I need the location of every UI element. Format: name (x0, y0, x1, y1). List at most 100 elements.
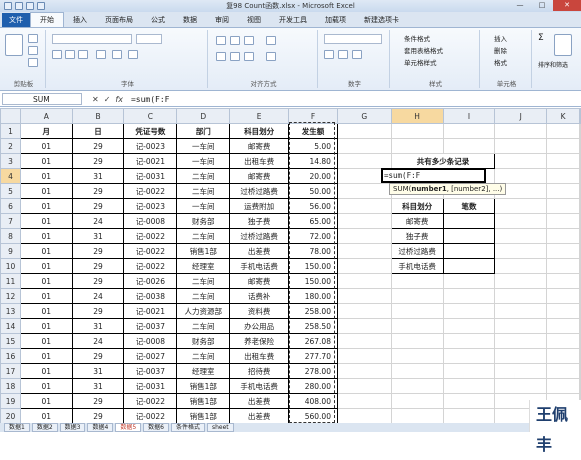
table-cell[interactable]: 01 (19, 303, 73, 319)
table-cell[interactable]: 01 (19, 138, 73, 154)
empty-cell[interactable] (494, 348, 548, 364)
table-cell[interactable]: 20.00 (288, 168, 338, 184)
empty-cell[interactable] (494, 363, 548, 379)
sheet-table[interactable]: A B C D E F G H I J K 1 月日凭证号数 部门 科目划分 发生额 2 01 29 记-0023 一车… (0, 108, 581, 423)
table-cell[interactable]: 01 (19, 378, 73, 394)
empty-cell[interactable] (336, 273, 392, 289)
table-cell[interactable]: 记-0023 (123, 138, 178, 154)
table-header-cell[interactable]: 科目划分 (229, 123, 290, 139)
empty-cell[interactable] (336, 123, 392, 139)
table-cell[interactable]: 话费补 (229, 288, 290, 304)
empty-cell[interactable] (390, 408, 444, 423)
table-cell[interactable]: 01 (19, 153, 73, 169)
empty-cell[interactable] (336, 288, 392, 304)
side-header[interactable]: 科目划分 (390, 198, 444, 214)
table-cell[interactable]: 记-0021 (123, 303, 178, 319)
merge-center-icon[interactable] (266, 52, 276, 61)
empty-cell[interactable] (494, 303, 548, 319)
format-cells-button[interactable]: 格式 (494, 57, 507, 67)
table-cell[interactable]: 销售1部 (176, 408, 231, 423)
tab-addins[interactable]: 加载项 (316, 13, 355, 27)
table-header-cell[interactable]: 部门 (176, 123, 231, 139)
empty-cell[interactable] (546, 318, 580, 334)
table-cell[interactable]: 邮寄费 (229, 138, 290, 154)
side-item[interactable]: 手机电话费 (390, 258, 444, 274)
empty-cell[interactable] (390, 378, 444, 394)
empty-cell[interactable] (494, 288, 548, 304)
row-header[interactable]: 9 (0, 243, 21, 259)
empty-cell[interactable] (336, 318, 392, 334)
column-header[interactable]: C (123, 108, 178, 124)
empty-cell[interactable] (546, 258, 580, 274)
table-cell[interactable]: 31 (71, 378, 125, 394)
empty-cell[interactable] (336, 243, 392, 259)
tab-file[interactable]: 文件 (2, 13, 30, 27)
select-all-corner[interactable] (0, 108, 21, 124)
table-cell[interactable]: 人力资源部 (176, 303, 231, 319)
table-cell[interactable]: 56.00 (288, 198, 338, 214)
empty-cell[interactable] (546, 363, 580, 379)
count-cell[interactable] (442, 213, 496, 229)
table-cell[interactable]: 记-0008 (123, 333, 178, 349)
table-cell[interactable]: 记-0021 (123, 153, 178, 169)
table-cell[interactable]: 记-0027 (123, 348, 178, 364)
table-cell[interactable]: 资料费 (229, 303, 290, 319)
table-cell[interactable]: 29 (71, 273, 125, 289)
tab-developer[interactable]: 开发工具 (270, 13, 316, 27)
row-header[interactable]: 15 (0, 333, 21, 349)
empty-cell[interactable] (546, 228, 580, 244)
row-header[interactable]: 12 (0, 288, 21, 304)
row-header[interactable]: 5 (0, 183, 21, 199)
empty-cell[interactable] (546, 153, 580, 169)
number-format-select[interactable] (324, 34, 382, 44)
empty-cell[interactable] (442, 348, 496, 364)
table-cell[interactable]: 邮寄费 (229, 168, 290, 184)
table-cell[interactable]: 277.70 (288, 348, 338, 364)
row-header[interactable]: 1 (0, 123, 21, 139)
empty-cell[interactable] (494, 258, 548, 274)
table-cell[interactable]: 记-0022 (123, 183, 178, 199)
table-cell[interactable]: 财务部 (176, 333, 231, 349)
empty-cell[interactable] (546, 138, 580, 154)
table-cell[interactable]: 记-0023 (123, 198, 178, 214)
table-cell[interactable]: 29 (71, 348, 125, 364)
copy-icon[interactable] (28, 46, 38, 55)
minimize-button[interactable]: — (509, 0, 531, 11)
tab-home[interactable]: 开始 (30, 12, 64, 27)
table-cell[interactable]: 一车间 (176, 153, 231, 169)
conditional-format-button[interactable]: 条件格式 (404, 33, 430, 43)
row-header[interactable]: 19 (0, 393, 21, 409)
empty-cell[interactable] (336, 138, 392, 154)
empty-cell[interactable] (336, 213, 392, 229)
empty-cell[interactable] (494, 138, 548, 154)
empty-cell[interactable] (546, 183, 580, 199)
tab-review[interactable]: 审阅 (206, 13, 238, 27)
empty-cell[interactable] (442, 378, 496, 394)
table-header-cell[interactable]: 月 (19, 123, 73, 139)
table-cell[interactable]: 29 (71, 303, 125, 319)
table-cell[interactable]: 01 (19, 198, 73, 214)
row-header[interactable]: 10 (0, 258, 21, 274)
sheet-tab[interactable]: 数据3 (59, 423, 86, 432)
table-cell[interactable]: 记-0038 (123, 288, 178, 304)
font-color-icon[interactable] (128, 50, 138, 59)
row-header[interactable]: 7 (0, 213, 21, 229)
empty-cell[interactable] (442, 123, 496, 139)
underline-icon[interactable] (78, 50, 88, 59)
table-cell[interactable]: 29 (71, 408, 125, 423)
empty-cell[interactable] (494, 228, 548, 244)
table-cell[interactable]: 29 (71, 138, 125, 154)
table-cell[interactable]: 150.00 (288, 273, 338, 289)
sheet-tab[interactable]: 数据5 (115, 423, 142, 432)
table-cell[interactable]: 记-0031 (123, 168, 178, 184)
empty-cell[interactable] (442, 303, 496, 319)
empty-cell[interactable] (336, 363, 392, 379)
column-header[interactable]: G (336, 108, 392, 124)
table-cell[interactable]: 280.00 (288, 378, 338, 394)
table-cell[interactable]: 二车间 (176, 183, 231, 199)
empty-cell[interactable] (546, 303, 580, 319)
table-cell[interactable]: 31 (71, 168, 125, 184)
table-cell[interactable]: 01 (19, 168, 73, 184)
table-cell[interactable]: 记-0008 (123, 213, 178, 229)
column-header[interactable]: J (494, 108, 548, 124)
